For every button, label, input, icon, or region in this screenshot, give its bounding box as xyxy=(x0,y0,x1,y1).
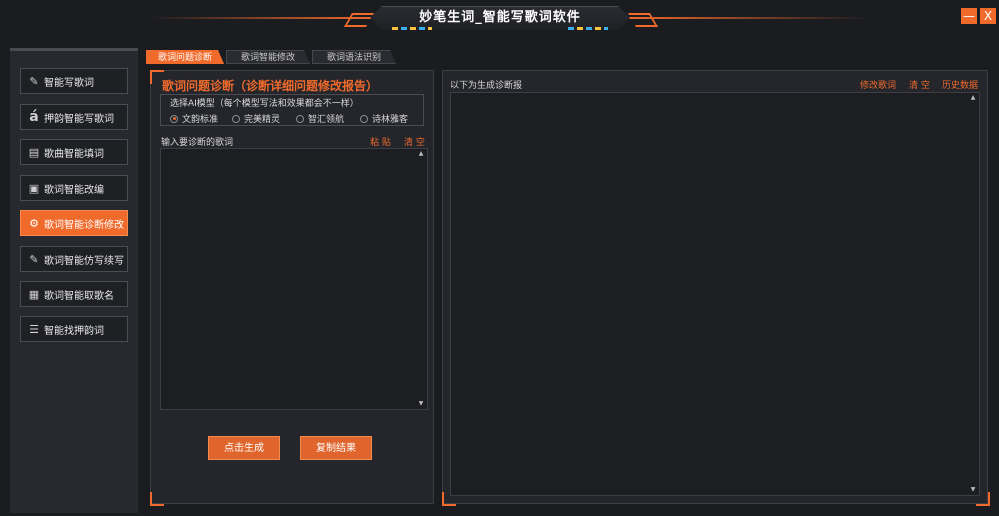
model-radio-label: 诗林雅客 xyxy=(372,115,409,125)
sidebar-item-label: 智能找押韵词 xyxy=(44,325,104,337)
scroll-down-icon[interactable]: ▼ xyxy=(417,400,425,408)
title-decoration-right xyxy=(628,17,868,19)
input-label: 输入要诊断的歌词 xyxy=(161,138,234,148)
sidebar-item-fill-lyrics[interactable]: ▤ 歌曲智能填词 xyxy=(20,139,128,165)
sidebar-item-diagnose-lyrics[interactable]: ⚙ 歌词智能诊断修改 xyxy=(20,210,128,236)
scroll-up-icon[interactable]: ▲ xyxy=(417,150,425,158)
clear-result-button[interactable]: 清 空 xyxy=(909,78,930,91)
model-radio-wanmei[interactable]: 完美精灵 xyxy=(232,112,280,125)
minimize-button[interactable]: — xyxy=(961,8,977,24)
panel-corner xyxy=(150,492,164,506)
diagnose-icon: ⚙ xyxy=(29,216,39,230)
panel-title: 歌词问题诊断（诊断详细问题修改报告） xyxy=(162,79,379,93)
tab-modify[interactable]: 歌词智能修改 xyxy=(226,50,310,64)
paste-button[interactable]: 粘 贴 xyxy=(370,135,391,148)
lyrics-input[interactable] xyxy=(160,148,428,410)
scroll-down-icon[interactable]: ▼ xyxy=(969,486,977,494)
scroll-up-icon[interactable]: ▲ xyxy=(969,94,977,102)
copy-result-button[interactable]: 复制结果 xyxy=(300,436,372,460)
sliders-icon: ☰ xyxy=(29,322,39,336)
sidebar-item-write-lyrics[interactable]: ✎ 智能写歌词 xyxy=(20,68,128,94)
result-scrollbar[interactable]: ▲ ▼ xyxy=(968,93,978,495)
sidebar-item-label: 押韵智能写歌词 xyxy=(44,113,114,125)
sidebar-item-label: 歌词智能取歌名 xyxy=(44,290,114,302)
pen-icon: ✎ xyxy=(29,74,39,88)
input-scrollbar[interactable]: ▲ ▼ xyxy=(416,149,426,409)
modify-lyrics-button[interactable]: 修改歌词 xyxy=(860,78,896,91)
sidebar: ✎ 智能写歌词 á 押韵智能写歌词 ▤ 歌曲智能填词 ▣ 歌词智能改编 ⚙ 歌词… xyxy=(10,48,138,513)
radio-dot xyxy=(232,114,240,123)
clear-input-button[interactable]: 清 空 xyxy=(404,135,425,148)
sidebar-item-song-title[interactable]: ▦ 歌词智能取歌名 xyxy=(20,281,128,307)
rhyme-a-icon: á xyxy=(29,109,39,125)
history-button[interactable]: 历史数据 xyxy=(942,78,978,91)
tab-grammar[interactable]: 歌词语法识别 xyxy=(312,50,396,64)
result-label: 以下为生成诊断报 xyxy=(450,81,523,91)
sidebar-item-adapt-lyrics[interactable]: ▣ 歌词智能改编 xyxy=(20,175,128,201)
sidebar-item-imitate-lyrics[interactable]: ✎ 歌词智能仿写续写 xyxy=(20,246,128,272)
sidebar-item-label: 歌曲智能填词 xyxy=(44,148,104,160)
model-radio-label: 文韵标准 xyxy=(182,115,219,125)
sidebar-item-rhyme-lyrics[interactable]: á 押韵智能写歌词 xyxy=(20,104,128,130)
close-button[interactable]: X xyxy=(980,8,996,24)
radio-dot xyxy=(360,114,368,123)
title-dots-left xyxy=(392,27,432,30)
edit-box-icon: ▣ xyxy=(28,181,40,195)
radio-dot xyxy=(296,114,304,123)
result-output[interactable] xyxy=(450,92,980,496)
radio-dot xyxy=(170,114,178,123)
sidebar-item-label: 智能写歌词 xyxy=(44,77,94,89)
model-radio-label: 智汇领航 xyxy=(308,115,345,125)
model-radio-zhihui[interactable]: 智汇领航 xyxy=(296,112,344,125)
model-radio-label: 完美精灵 xyxy=(244,115,281,125)
title-dots-right xyxy=(568,27,608,30)
tag-icon: ▦ xyxy=(28,287,40,301)
sidebar-item-label: 歌词智能改编 xyxy=(44,184,104,196)
model-radio-wenyun[interactable]: 文韵标准 xyxy=(170,112,218,125)
document-icon: ▤ xyxy=(28,145,40,159)
tab-bar: 歌词问题诊断 歌词智能修改 歌词语法识别 xyxy=(146,50,989,64)
pen-icon: ✎ xyxy=(29,252,39,266)
sidebar-item-rhyme-words[interactable]: ☰ 智能找押韵词 xyxy=(20,316,128,342)
generate-button[interactable]: 点击生成 xyxy=(208,436,280,460)
tab-diagnose[interactable]: 歌词问题诊断 xyxy=(146,50,224,64)
sidebar-item-label: 歌词智能仿写续写 xyxy=(44,255,124,267)
sidebar-item-label: 歌词智能诊断修改 xyxy=(44,219,124,231)
model-radio-shilin[interactable]: 诗林雅客 xyxy=(360,112,408,125)
title-decoration-left xyxy=(150,17,372,19)
model-select-label: 选择AI模型（每个模型写法和效果都会不一样） xyxy=(170,99,359,109)
